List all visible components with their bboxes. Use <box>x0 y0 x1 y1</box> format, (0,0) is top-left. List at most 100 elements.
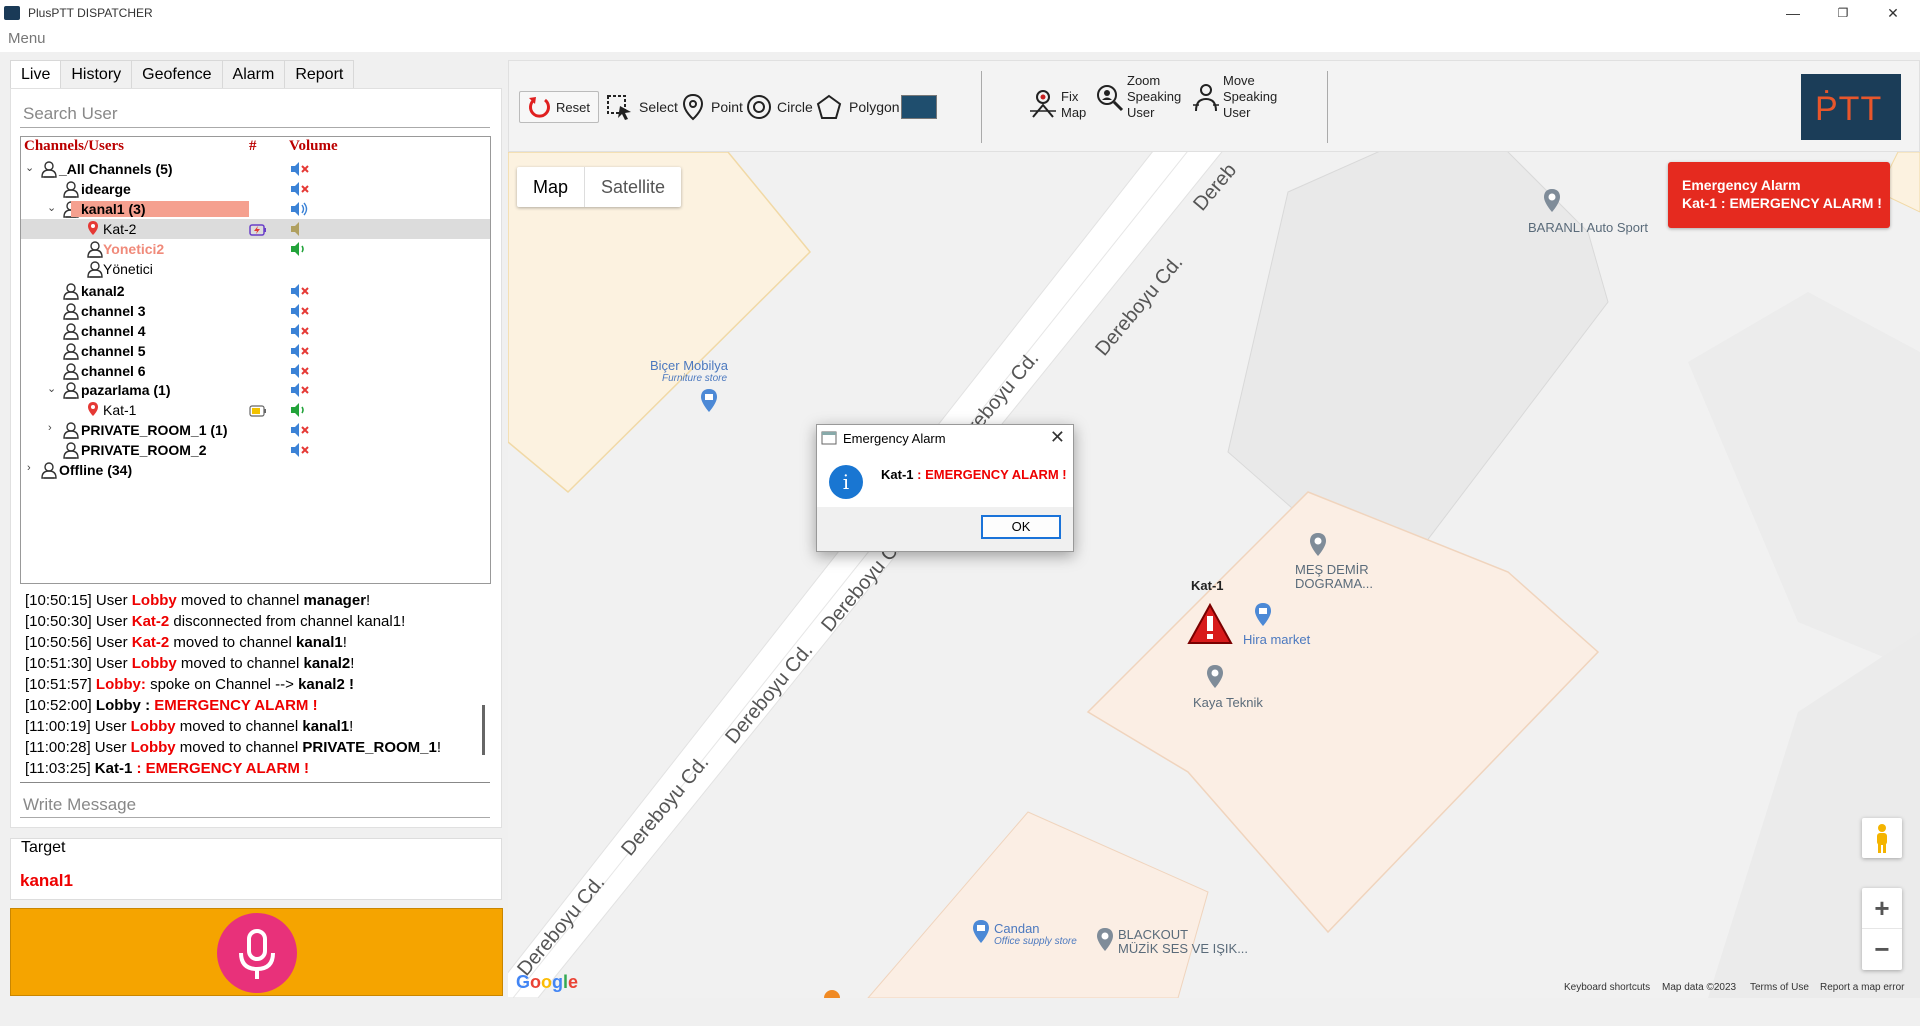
chevron-right-icon[interactable]: › <box>27 462 39 474</box>
title-bar: PlusPTT DISPATCHER <box>0 0 1920 26</box>
tree-row[interactable]: › Offline (34) <box>21 460 490 480</box>
log-line: [10:52:00] Lobby : EMERGENCY ALARM ! <box>25 697 318 714</box>
tree-row[interactable]: channel 6 <box>21 361 490 381</box>
tree-row[interactable]: PRIVATE_ROOM_2 <box>21 440 490 460</box>
tab-geofence[interactable]: Geofence <box>131 60 223 88</box>
tree-row[interactable]: ⌄ _All Channels (5) <box>21 159 490 179</box>
volume-muted-icon[interactable] <box>289 283 311 299</box>
move-speaking-user-button[interactable]: Move Speaking User <box>1191 73 1277 121</box>
volume-muted-icon[interactable] <box>289 343 311 359</box>
message-input[interactable] <box>20 792 490 818</box>
zoom-speaking-user-button[interactable]: Zoom Speaking User <box>1095 73 1181 121</box>
volume-icon[interactable] <box>289 402 311 418</box>
volume-icon[interactable] <box>289 241 311 257</box>
fix-map-button[interactable]: Fix Map <box>1027 87 1086 123</box>
user-icon <box>41 160 57 178</box>
emergency-alarm-banner[interactable]: Emergency Alarm Kat-1 : EMERGENCY ALARM … <box>1668 162 1890 228</box>
poi-bicer-mobilya[interactable]: Biçer Mobilya Furniture store <box>650 358 728 384</box>
tree-row[interactable]: channel 5 <box>21 341 490 361</box>
color-picker[interactable] <box>901 95 937 119</box>
chevron-down-icon[interactable]: ⌄ <box>47 201 59 214</box>
log-scrollbar-thumb[interactable] <box>482 705 485 755</box>
tab-report[interactable]: Report <box>284 60 355 88</box>
poi-candan-name: Candan <box>994 921 1040 936</box>
map-view[interactable]: Map Satellite Dereboyu Cd. Dereboyu Cd. … <box>508 152 1920 998</box>
tab-live[interactable]: Live <box>10 60 62 90</box>
menu-item[interactable]: Menu <box>8 30 46 47</box>
tree-row[interactable]: › PRIVATE_ROOM_1 (1) <box>21 420 490 440</box>
dialog-close-button[interactable]: ✕ <box>1050 427 1065 448</box>
tree-row[interactable]: kanal2 <box>21 281 490 301</box>
tree-row-label: channel 6 <box>81 363 146 379</box>
log-separator <box>20 782 490 783</box>
tree-row[interactable]: channel 3 <box>21 301 490 321</box>
tree-row-label: kanal2 <box>81 283 125 299</box>
volume-icon[interactable] <box>289 201 311 217</box>
ok-button[interactable]: OK <box>981 515 1061 539</box>
volume-muted-icon[interactable] <box>289 181 311 197</box>
header-channels-users: Channels/Users <box>24 138 125 154</box>
chevron-down-icon[interactable]: ⌄ <box>47 382 59 395</box>
user-icon <box>63 302 79 320</box>
emergency-warning-icon[interactable] <box>1187 594 1233 654</box>
dialog-body: i Kat-1 : EMERGENCY ALARM ! <box>817 455 1073 507</box>
header-number: # <box>249 138 257 154</box>
user-icon <box>63 421 79 439</box>
reset-button[interactable]: Reset <box>519 91 599 123</box>
tab-alarm[interactable]: Alarm <box>221 60 286 88</box>
chevron-down-icon[interactable]: ⌄ <box>25 161 37 174</box>
poi-mes-demir[interactable]: MEŞ DEMİR DOGRAMA... <box>1295 563 1373 591</box>
tree-row[interactable]: Yonetici2 <box>21 239 490 259</box>
volume-muted-icon[interactable] <box>289 382 311 398</box>
zoom-in-button[interactable]: + <box>1862 888 1902 929</box>
zoom-speaking-label-3: User <box>1127 105 1155 120</box>
zoom-speaking-label-2: Speaking <box>1127 89 1182 104</box>
poi-hira-market[interactable]: Hira market <box>1243 632 1310 647</box>
terms-of-use-link[interactable]: Terms of Use <box>1750 982 1809 993</box>
volume-muted-icon[interactable] <box>289 323 311 339</box>
poi-kaya-teknik[interactable]: Kaya Teknik <box>1193 695 1263 710</box>
log-line: [10:50:15] User Lobby moved to channel m… <box>25 592 371 609</box>
dialog-title: Emergency Alarm <box>843 431 946 446</box>
volume-muted-icon[interactable] <box>289 442 311 458</box>
street-view-pegman[interactable] <box>1862 818 1902 858</box>
report-map-error-link[interactable]: Report a map error <box>1820 982 1904 993</box>
circle-tool[interactable]: Circle <box>745 93 813 121</box>
volume-muted-icon[interactable] <box>289 161 311 177</box>
zoom-speaking-label-1: Zoom <box>1127 73 1161 88</box>
search-user-input[interactable] <box>20 100 490 128</box>
polygon-tool[interactable]: Polygon <box>815 93 900 121</box>
zoom-out-button[interactable]: − <box>1862 929 1902 970</box>
volume-muted-icon[interactable] <box>289 422 311 438</box>
tree-row-label: channel 4 <box>81 323 146 339</box>
map-tab-satellite[interactable]: Satellite <box>584 167 681 207</box>
event-log[interactable]: [10:50:15] User Lobby moved to channel m… <box>20 590 490 780</box>
tree-row[interactable]: Kat-1 <box>21 400 490 420</box>
poi-baranli[interactable]: BARANLI Auto Sport <box>1528 220 1648 235</box>
keyboard-shortcuts-link[interactable]: Keyboard shortcuts <box>1564 982 1650 993</box>
close-button[interactable]: ✕ <box>1870 0 1916 26</box>
channel-tree[interactable]: Channels/Users # Volume ⌄ _All Channels (… <box>20 136 491 584</box>
tree-row[interactable]: ⌄ kanal1 (3) <box>21 199 490 219</box>
map-tab-map[interactable]: Map <box>517 167 584 207</box>
shopping-pin-icon <box>973 920 989 943</box>
tree-row[interactable]: ⌄ pazarlama (1) <box>21 380 490 400</box>
poi-blackout[interactable]: BLACKOUT MÜZİK SES VE IŞIK... <box>1118 928 1248 956</box>
minimize-button[interactable]: — <box>1770 0 1816 26</box>
tab-history[interactable]: History <box>60 60 133 88</box>
push-to-talk-button[interactable] <box>10 908 503 996</box>
volume-icon[interactable] <box>289 221 311 237</box>
tree-row[interactable]: Kat-2 <box>21 219 490 239</box>
volume-muted-icon[interactable] <box>289 363 311 379</box>
point-tool[interactable]: Point <box>681 93 743 121</box>
restore-button[interactable]: ❐ <box>1820 0 1866 26</box>
poi-mes-demir-1: MEŞ DEMİR <box>1295 562 1369 577</box>
poi-candan[interactable]: Candan Office supply store <box>994 922 1077 948</box>
alarm-banner-msg: : EMERGENCY ALARM ! <box>1717 195 1882 211</box>
chevron-right-icon[interactable]: › <box>48 422 60 434</box>
volume-muted-icon[interactable] <box>289 303 311 319</box>
tree-row[interactable]: channel 4 <box>21 321 490 341</box>
tree-row[interactable]: idearge <box>21 179 490 199</box>
tree-row[interactable]: Yönetici <box>21 259 490 279</box>
select-tool[interactable]: Select <box>605 93 678 121</box>
